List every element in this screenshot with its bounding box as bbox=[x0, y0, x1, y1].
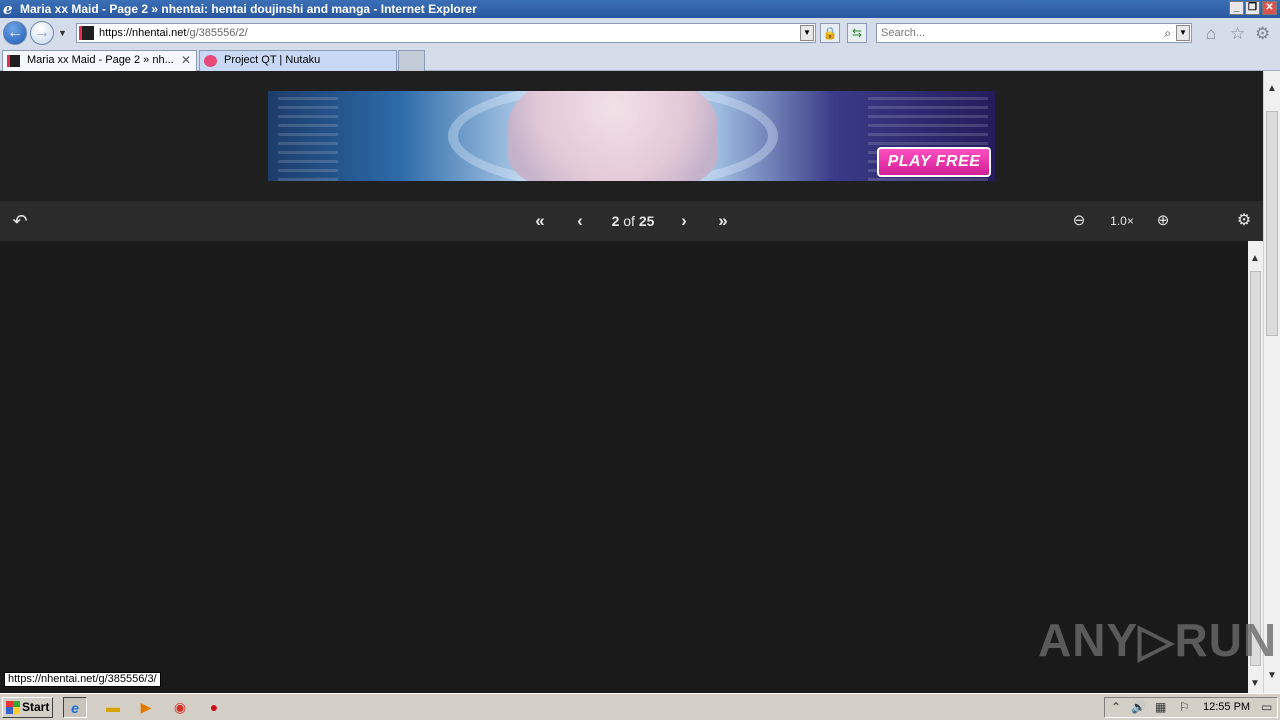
scroll-down-icon[interactable]: ▼ bbox=[1250, 678, 1260, 689]
media-player-icon[interactable]: ▶ bbox=[134, 697, 158, 718]
gear-icon[interactable]: ⚙ bbox=[1233, 201, 1255, 241]
return-arrow-icon[interactable]: ↶ bbox=[8, 201, 32, 241]
folder-icon[interactable]: ▬ bbox=[101, 697, 125, 718]
page-scrollbar[interactable]: ▲ ▼ bbox=[1263, 71, 1280, 693]
favorites-star-icon[interactable]: ☆ bbox=[1230, 24, 1245, 44]
scroll-up-icon[interactable]: ▲ bbox=[1250, 253, 1260, 264]
opera-icon[interactable]: ● bbox=[202, 697, 226, 718]
address-path: /g/385556/2/ bbox=[186, 27, 248, 39]
zoom-in-icon[interactable]: ⊕ bbox=[1152, 201, 1174, 241]
navigation-bar: ← → ▼ https://nhentai.net/g/385556/2/ ▼ … bbox=[0, 18, 1280, 48]
back-button[interactable]: ← bbox=[3, 21, 27, 45]
start-label: Start bbox=[22, 700, 50, 714]
ad-city-left bbox=[278, 91, 338, 181]
ad-area: PLAY FREE bbox=[0, 71, 1263, 201]
window-title-bar: e Maria xx Maid - Page 2 » nhentai: hent… bbox=[0, 0, 1280, 18]
forward-arrow-icon: → bbox=[34, 24, 50, 41]
scroll-up-icon[interactable]: ▲ bbox=[1267, 83, 1277, 94]
tab-strip: Maria xx Maid - Page 2 » nh... ✕ Project… bbox=[0, 48, 1280, 71]
internet-explorer-icon: e bbox=[3, 0, 13, 18]
restore-button[interactable]: ❐ bbox=[1245, 1, 1260, 15]
action-center-flag-icon[interactable]: ⚐ bbox=[1179, 698, 1190, 717]
show-desktop-icon[interactable]: ▭ bbox=[1261, 698, 1272, 717]
total-pages: 25 bbox=[638, 213, 655, 229]
tab-project-qt[interactable]: Project QT | Nutaku bbox=[199, 50, 397, 71]
system-tray: ⌃ 🔊 ▦ ⚐ 12:55 PM ▭ bbox=[1104, 697, 1278, 718]
home-icon[interactable]: ⌂ bbox=[1206, 24, 1216, 44]
back-arrow-icon: ← bbox=[7, 24, 23, 41]
window-title: Maria xx Maid - Page 2 » nhentai: hentai… bbox=[20, 2, 477, 16]
tab-maria-xx-maid[interactable]: Maria xx Maid - Page 2 » nh... ✕ bbox=[2, 50, 197, 71]
address-dropdown-button[interactable]: ▼ bbox=[800, 25, 814, 41]
search-input[interactable]: Search... ⌕ ▼ bbox=[876, 23, 1192, 43]
nutaku-favicon bbox=[204, 55, 217, 67]
start-button[interactable]: Start bbox=[2, 697, 53, 718]
page-of-label: of bbox=[623, 213, 635, 229]
double-chevron-left-icon[interactable]: « bbox=[527, 201, 553, 241]
site-favicon bbox=[79, 26, 94, 40]
scroll-down-icon[interactable]: ▼ bbox=[1267, 670, 1277, 681]
close-window-button[interactable]: ✕ bbox=[1262, 1, 1277, 15]
ad-character-image bbox=[508, 91, 718, 181]
nhentai-favicon bbox=[7, 55, 20, 67]
internet-explorer-icon[interactable]: e bbox=[63, 697, 87, 718]
ad-banner[interactable]: PLAY FREE bbox=[268, 91, 995, 181]
anyrun-watermark: ANY▷RUN bbox=[1038, 614, 1278, 666]
scrollbar-thumb[interactable] bbox=[1266, 111, 1278, 336]
recent-pages-dropdown[interactable]: ▼ bbox=[58, 28, 67, 38]
taskbar: Start e ▬ ▶ ◉ ● ⌃ 🔊 ▦ ⚐ 12:55 PM ▭ bbox=[0, 693, 1280, 720]
forward-button[interactable]: → bbox=[30, 21, 54, 45]
security-lock-icon[interactable]: 🔒 bbox=[820, 23, 840, 43]
refresh-button[interactable]: ⇆ bbox=[847, 23, 867, 43]
zoom-level: 1.0× bbox=[1110, 214, 1134, 228]
page-content: PLAY FREE ↶ « ‹ 2 of 25 › » ⊖ 1.0× ⊕ ⚙ ▲… bbox=[0, 71, 1263, 693]
tab-label: Maria xx Maid - Page 2 » nh... bbox=[27, 54, 174, 66]
close-tab-icon[interactable]: ✕ bbox=[181, 51, 191, 70]
reader-toolbar: ↶ « ‹ 2 of 25 › » ⊖ 1.0× ⊕ ⚙ bbox=[0, 201, 1263, 241]
search-provider-dropdown[interactable]: ▼ bbox=[1176, 25, 1190, 41]
tab-label: Project QT | Nutaku bbox=[224, 54, 321, 66]
address-host: https://nhentai.net bbox=[99, 27, 187, 39]
network-icon[interactable]: ▦ bbox=[1155, 698, 1166, 717]
current-page: 2 bbox=[611, 213, 620, 229]
search-icon[interactable]: ⌕ bbox=[1164, 24, 1171, 42]
chrome-icon[interactable]: ◉ bbox=[168, 697, 192, 718]
minimize-button[interactable]: _ bbox=[1229, 1, 1244, 15]
scrollbar-thumb[interactable] bbox=[1250, 271, 1261, 666]
status-link-url: https://nhentai.net/g/385556/3/ bbox=[4, 672, 161, 687]
address-bar[interactable]: https://nhentai.net/g/385556/2/ ▼ bbox=[76, 23, 816, 43]
chevron-left-icon[interactable]: ‹ bbox=[570, 201, 590, 241]
chevron-right-icon[interactable]: › bbox=[674, 201, 694, 241]
windows-logo-icon bbox=[6, 701, 20, 714]
search-placeholder: Search... bbox=[881, 27, 926, 39]
double-chevron-right-icon[interactable]: » bbox=[710, 201, 736, 241]
page-indicator: 2 of 25 bbox=[603, 201, 663, 241]
show-hidden-icons-icon[interactable]: ⌃ bbox=[1111, 698, 1121, 717]
new-tab-button[interactable] bbox=[398, 50, 425, 71]
address-url[interactable]: https://nhentai.net/g/385556/2/ bbox=[99, 24, 248, 42]
play-free-button[interactable]: PLAY FREE bbox=[877, 147, 991, 177]
zoom-out-icon[interactable]: ⊖ bbox=[1068, 201, 1090, 241]
clock[interactable]: 12:55 PM bbox=[1203, 698, 1250, 717]
gear-icon[interactable]: ⚙ bbox=[1255, 24, 1270, 44]
volume-icon[interactable]: 🔊 bbox=[1131, 698, 1146, 717]
